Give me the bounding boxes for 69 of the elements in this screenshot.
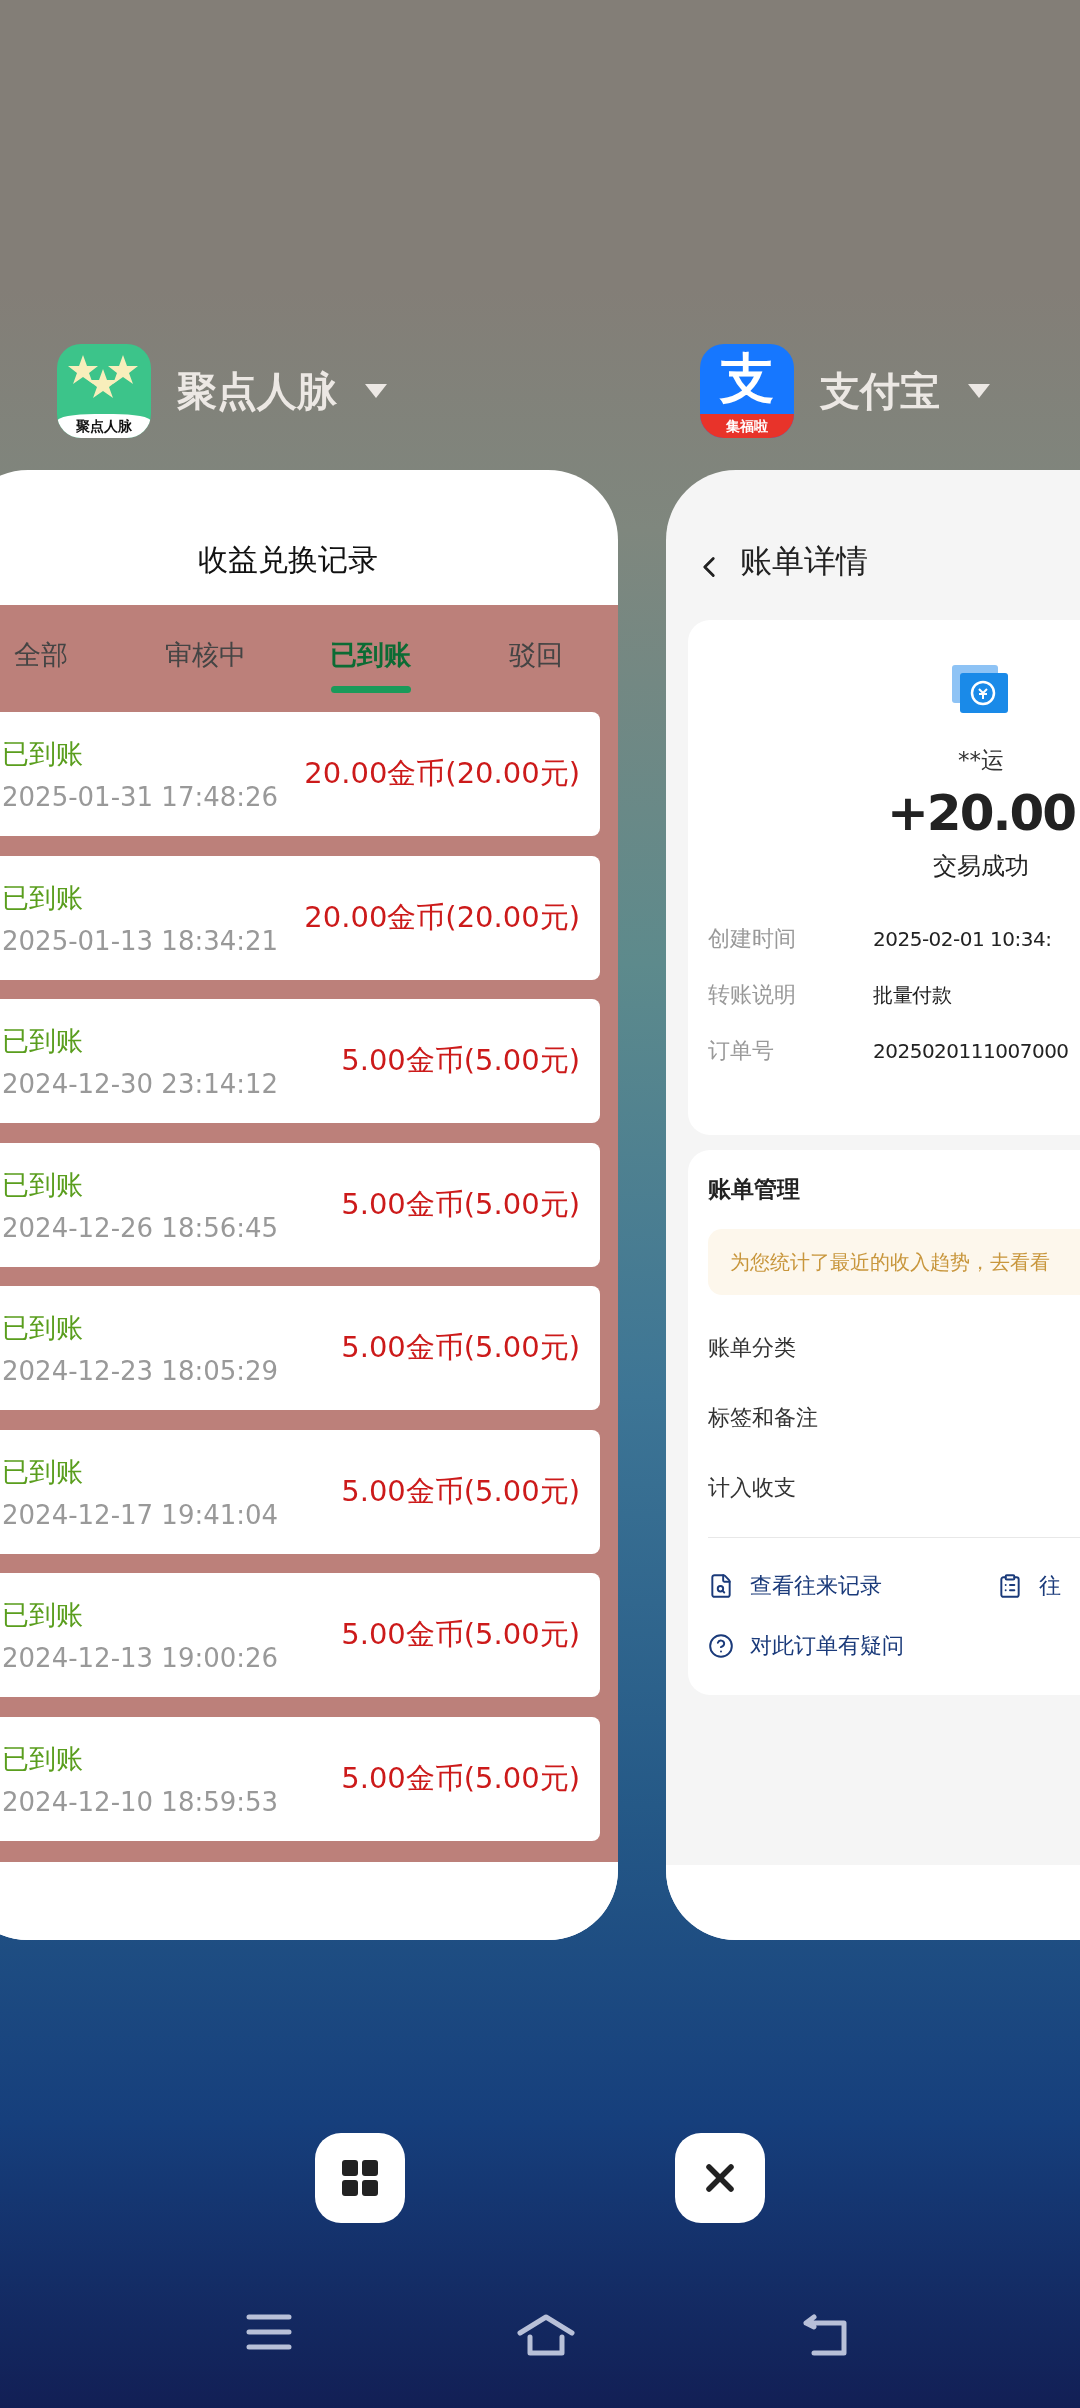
record-status: 已到账 [2, 880, 84, 915]
record-amount: 5.00金币(5.00元) [341, 1759, 580, 1797]
tab[interactable]: 全部 [0, 605, 123, 705]
detail-value: 批量付款 [873, 981, 951, 1009]
record-status: 已到账 [2, 1311, 84, 1345]
record-amount: 5.00金币(5.00元) [341, 1472, 580, 1510]
app-icon[interactable]: 聚点人脉 [57, 344, 151, 438]
page-title: 账单详情 [740, 541, 868, 582]
app-preview-card[interactable] [0, 470, 618, 1940]
transaction-status: 交易成功 [933, 851, 1029, 882]
detail-label: 转账说明 [708, 981, 797, 1009]
menu-icon [246, 2313, 292, 2351]
menu-item[interactable]: 标签和备注 [688, 1383, 1080, 1453]
record-time: 2024-12-23 18:05:29 [2, 1356, 279, 1386]
record-amount: 20.00金币(20.00元) [304, 755, 580, 792]
link[interactable]: 查看往来记录 [708, 1571, 997, 1601]
app-name[interactable]: 聚点人脉 [177, 363, 337, 419]
document-search-icon [708, 1573, 734, 1599]
record-time: 2025-01-13 18:34:21 [2, 925, 279, 956]
apps-grid-button[interactable] [315, 2133, 405, 2223]
close-button[interactable] [675, 2133, 765, 2223]
app-preview-card[interactable]: 账单详情 **运 +20.00 交易成功 创建时间 2025-02-01 10:34: 转账说明 批量付款 订单号 2025020111007000 账单管理 为您统计了最近的收入趋势，去看看 账单分类 标签和备注 计入收支 查看往来记录 往 对此订单有疑问 [666, 470, 1080, 1940]
grid-icon [342, 2160, 378, 2196]
detail-label: 创建时间 [708, 925, 797, 953]
record-status: 已到账 [2, 1598, 84, 1632]
menu-item[interactable]: 计入收支 [688, 1453, 1080, 1523]
question-icon [708, 1633, 734, 1659]
tab[interactable]: 审核中 [123, 605, 288, 705]
home-icon [516, 2313, 576, 2357]
record-time: 2024-12-17 19:41:04 [2, 1499, 279, 1530]
menu-item[interactable]: 账单分类 [688, 1313, 1080, 1383]
payee-name: **运 [958, 746, 1004, 775]
record-time: 2024-12-30 23:14:12 [2, 1069, 279, 1099]
detail-value: 2025-02-01 10:34: [873, 927, 1052, 951]
record-status: 已到账 [2, 1167, 84, 1202]
record-status: 已到账 [2, 1741, 84, 1776]
record-item[interactable]: 已到账 2024-12-10 18:59:53 5.00金币(5.00元) [0, 1716, 600, 1841]
record-time: 2025-01-31 17:48:26 [2, 782, 279, 812]
page-title: 收益兑换记录 [198, 541, 378, 579]
record-time: 2024-12-10 18:59:53 [2, 1786, 279, 1817]
link[interactable]: 往 [997, 1571, 1080, 1601]
record-amount: 5.00金币(5.00元) [341, 1185, 580, 1223]
record-status: 已到账 [2, 737, 84, 771]
section-title: 账单管理 [707, 1175, 801, 1204]
record-item[interactable]: 已到账 2024-12-13 19:00:26 5.00金币(5.00元) [0, 1573, 600, 1697]
record-amount: 20.00金币(20.00元) [304, 898, 580, 936]
transaction-amount: +20.00 [886, 784, 1076, 842]
record-item[interactable]: 已到账 2024-12-23 18:05:29 5.00金币(5.00元) [0, 1286, 600, 1410]
dropdown-caret-icon[interactable] [966, 382, 992, 400]
record-time: 2024-12-13 19:00:26 [2, 1643, 279, 1673]
detail-label: 订单号 [708, 1037, 775, 1065]
app-name[interactable]: 支付宝 [820, 363, 940, 419]
record-status: 已到账 [2, 1454, 84, 1489]
app-icon[interactable]: 支 集福啦 [700, 344, 794, 438]
record-item[interactable]: 已到账 2024-12-17 19:41:04 5.00金币(5.00元) [0, 1429, 600, 1554]
record-amount: 5.00金币(5.00元) [341, 1616, 580, 1653]
dropdown-caret-icon[interactable] [363, 382, 389, 400]
record-time: 2024-12-26 18:56:45 [2, 1212, 279, 1243]
record-item[interactable]: 已到账 2024-12-26 18:56:45 5.00金币(5.00元) [0, 1142, 600, 1267]
clipboard-icon [997, 1573, 1023, 1599]
detail-value: 2025020111007000 [873, 1039, 1069, 1063]
link[interactable]: 对此订单有疑问 [708, 1631, 997, 1661]
record-status: 已到账 [2, 1024, 84, 1058]
record-amount: 5.00金币(5.00元) [341, 1329, 580, 1366]
record-item[interactable]: 已到账 2024-12-30 23:14:12 5.00金币(5.00元) [0, 999, 600, 1123]
record-amount: 5.00金币(5.00元) [341, 1042, 580, 1079]
transfer-icon [952, 665, 1010, 715]
home-button[interactable] [516, 2313, 576, 2357]
tab[interactable]: 驳回 [453, 605, 618, 705]
